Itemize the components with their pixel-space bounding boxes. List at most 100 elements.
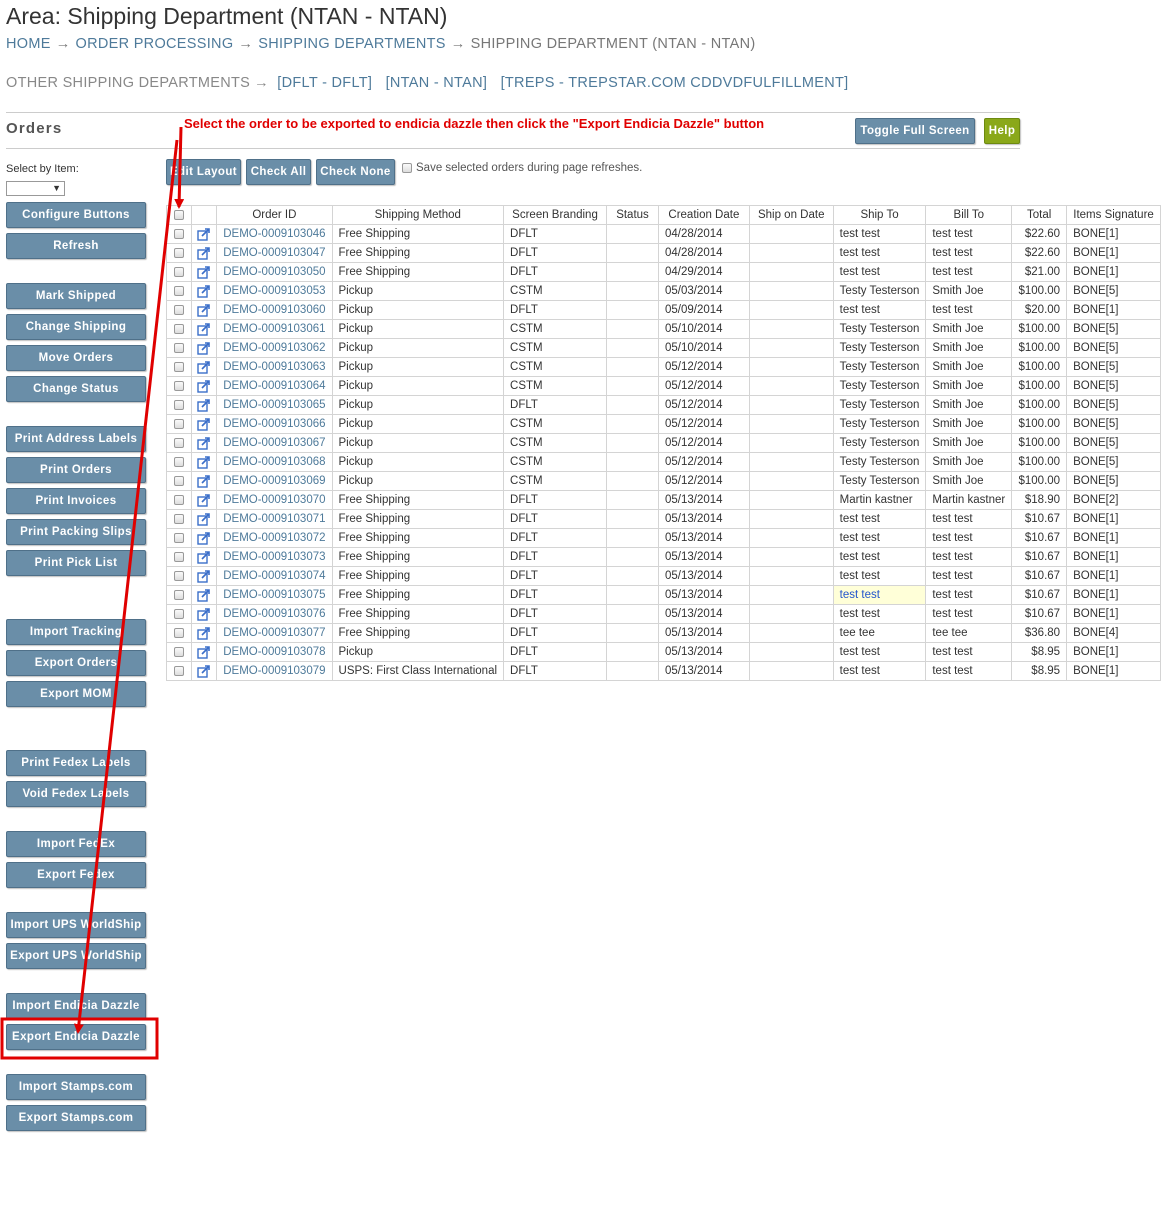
change-status-button[interactable]: Change Status	[6, 376, 146, 402]
external-link-icon[interactable]	[197, 588, 211, 602]
print-packing-slips-button[interactable]: Print Packing Slips	[6, 519, 146, 545]
row-checkbox[interactable]	[174, 532, 185, 543]
external-link-icon[interactable]	[197, 569, 211, 583]
row-checkbox[interactable]	[174, 418, 185, 429]
table-row[interactable]: DEMO-0009103074 Free Shipping DFLT 05/13/20…	[165, 566, 1161, 586]
row-checkbox[interactable]	[174, 513, 185, 524]
row-checkbox[interactable]	[174, 342, 185, 353]
order-id-link[interactable]: DEMO-0009103062	[216, 338, 333, 358]
table-row[interactable]: DEMO-0009103063 Pickup CSTM 05/12/2014 Testy…	[165, 357, 1161, 377]
row-checkbox[interactable]	[174, 361, 185, 372]
external-link-icon[interactable]	[197, 626, 211, 640]
order-id-link[interactable]: DEMO-0009103070	[216, 490, 333, 510]
table-row[interactable]: DEMO-0009103047 Free Shipping DFLT 04/28/20…	[165, 243, 1161, 263]
external-link-icon[interactable]	[197, 455, 211, 469]
breadcrumb-home[interactable]: HOME	[6, 36, 51, 52]
export-orders-button[interactable]: Export Orders	[6, 650, 146, 676]
external-link-icon[interactable]	[197, 322, 211, 336]
row-checkbox[interactable]	[174, 646, 185, 657]
external-link-icon[interactable]	[197, 284, 211, 298]
check-none-button[interactable]: Check None	[316, 159, 395, 185]
import-endicia-dazzle-button[interactable]: Import Endicia Dazzle	[6, 993, 146, 1019]
help-button[interactable]: Help	[984, 118, 1020, 144]
header-ship-on-date[interactable]: Ship on Date	[748, 205, 834, 225]
table-row[interactable]: DEMO-0009103072 Free Shipping DFLT 05/13/20…	[165, 528, 1161, 548]
order-id-link[interactable]: DEMO-0009103065	[216, 395, 333, 415]
row-checkbox[interactable]	[174, 475, 185, 486]
row-checkbox[interactable]	[174, 608, 185, 619]
table-row[interactable]: DEMO-0009103064 Pickup CSTM 05/12/2014 Testy…	[165, 376, 1161, 396]
order-id-link[interactable]: DEMO-0009103079	[216, 661, 333, 681]
order-id-link[interactable]: DEMO-0009103063	[216, 357, 333, 377]
row-checkbox[interactable]	[174, 304, 185, 315]
table-row[interactable]: DEMO-0009103079 USPS: First Class Interna…	[165, 661, 1161, 681]
header-ship-to[interactable]: Ship To	[832, 205, 927, 225]
header-shipping-method[interactable]: Shipping Method	[331, 205, 505, 225]
move-orders-button[interactable]: Move Orders	[6, 345, 146, 371]
external-link-icon[interactable]	[197, 246, 211, 260]
row-checkbox[interactable]	[174, 228, 185, 239]
change-shipping-button[interactable]: Change Shipping	[6, 314, 146, 340]
table-row[interactable]: DEMO-0009103070 Free Shipping DFLT 05/13/20…	[165, 490, 1161, 510]
table-row[interactable]: DEMO-0009103061 Pickup CSTM 05/10/2014 Testy…	[165, 319, 1161, 339]
external-link-icon[interactable]	[197, 645, 211, 659]
header-items-signature[interactable]: Items Signature	[1066, 205, 1161, 225]
external-link-icon[interactable]	[197, 417, 211, 431]
row-checkbox[interactable]	[174, 570, 185, 581]
breadcrumb-shipping-departments[interactable]: SHIPPING DEPARTMENTS	[258, 36, 446, 52]
print-pick-list-button[interactable]: Print Pick List	[6, 550, 146, 576]
external-link-icon[interactable]	[197, 360, 211, 374]
department-link-treps[interactable]: [TREPS - TREPSTAR.COM CDDVDFULFILLMENT]	[501, 75, 849, 91]
export-fedex-button[interactable]: Export Fedex	[6, 862, 146, 888]
refresh-button[interactable]: Refresh	[6, 233, 146, 259]
table-row[interactable]: DEMO-0009103068 Pickup CSTM 05/12/2014 Testy…	[165, 452, 1161, 472]
edit-layout-button[interactable]: Edit Layout	[166, 159, 241, 185]
table-row[interactable]: DEMO-0009103067 Pickup CSTM 05/12/2014 Testy…	[165, 433, 1161, 453]
external-link-icon[interactable]	[197, 436, 211, 450]
external-link-icon[interactable]	[197, 398, 211, 412]
external-link-icon[interactable]	[197, 265, 211, 279]
row-checkbox[interactable]	[174, 323, 185, 334]
order-id-link[interactable]: DEMO-0009103076	[216, 604, 333, 624]
header-creation-date[interactable]: Creation Date	[657, 205, 750, 225]
external-link-icon[interactable]	[197, 379, 211, 393]
export-mom-button[interactable]: Export MOM	[6, 681, 146, 707]
table-row[interactable]: DEMO-0009103069 Pickup CSTM 05/12/2014 Testy…	[165, 471, 1161, 491]
row-checkbox[interactable]	[174, 551, 185, 562]
order-id-link[interactable]: DEMO-0009103069	[216, 471, 333, 491]
department-link-dflt[interactable]: [DFLT - DFLT]	[277, 75, 372, 91]
header-screen-branding[interactable]: Screen Branding	[503, 205, 607, 225]
select-all-checkbox[interactable]	[174, 209, 185, 220]
table-row[interactable]: DEMO-0009103076 Free Shipping DFLT 05/13/20…	[165, 604, 1161, 624]
export-stamps-button[interactable]: Export Stamps.com	[6, 1105, 146, 1131]
select-by-item-dropdown[interactable]: ▼	[6, 181, 65, 196]
header-bill-to[interactable]: Bill To	[925, 205, 1013, 225]
external-link-icon[interactable]	[197, 303, 211, 317]
import-stamps-button[interactable]: Import Stamps.com	[6, 1074, 146, 1100]
external-link-icon[interactable]	[197, 493, 211, 507]
export-ups-worldship-button[interactable]: Export UPS WorldShip	[6, 943, 146, 969]
external-link-icon[interactable]	[197, 531, 211, 545]
header-order-id[interactable]: Order ID	[216, 205, 333, 225]
table-row[interactable]: DEMO-0009103046 Free Shipping DFLT 04/28/20…	[165, 224, 1161, 244]
external-link-icon[interactable]	[197, 607, 211, 621]
print-address-labels-button[interactable]: Print Address Labels	[6, 426, 146, 452]
save-selected-checkbox[interactable]	[402, 163, 412, 173]
department-link-ntan[interactable]: [NTAN - NTAN]	[386, 75, 488, 91]
row-checkbox[interactable]	[174, 589, 185, 600]
order-id-link[interactable]: DEMO-0009103071	[216, 509, 333, 529]
row-checkbox[interactable]	[174, 494, 185, 505]
row-checkbox[interactable]	[174, 456, 185, 467]
external-link-icon[interactable]	[197, 550, 211, 564]
table-row[interactable]: DEMO-0009103077 Free Shipping DFLT 05/13/20…	[165, 623, 1161, 643]
order-id-link[interactable]: DEMO-0009103072	[216, 528, 333, 548]
table-row[interactable]: DEMO-0009103053 Pickup CSTM 05/03/2014 Testy…	[165, 281, 1161, 301]
mark-shipped-button[interactable]: Mark Shipped	[6, 283, 146, 309]
table-row[interactable]: DEMO-0009103065 Pickup DFLT 05/12/2014 Testy…	[165, 395, 1161, 415]
order-id-link[interactable]: DEMO-0009103053	[216, 281, 333, 301]
toggle-full-screen-button[interactable]: Toggle Full Screen	[855, 118, 975, 144]
external-link-icon[interactable]	[197, 341, 211, 355]
order-id-link[interactable]: DEMO-0009103075	[216, 585, 333, 605]
header-status[interactable]: Status	[606, 205, 659, 225]
row-checkbox[interactable]	[174, 266, 185, 277]
